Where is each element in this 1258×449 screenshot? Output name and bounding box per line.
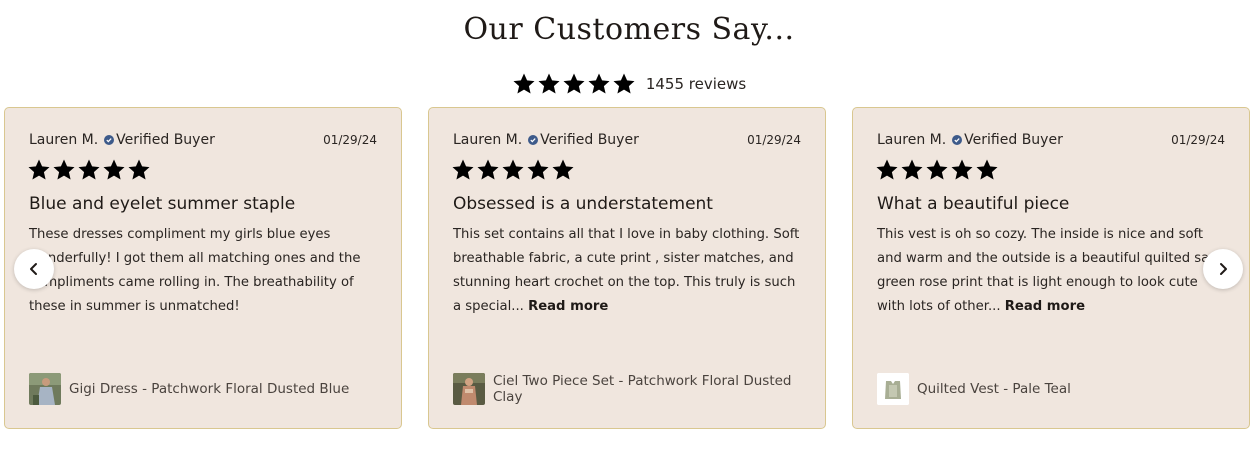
review-stars [875, 158, 999, 182]
review-title: Blue and eyelet summer staple [29, 194, 296, 214]
review-header: Lauren M. Verified Buyer 01/29/24 [29, 132, 377, 148]
star-icon [28, 159, 50, 180]
review-body: This vest is oh so cozy. The inside is n… [877, 223, 1229, 319]
review-date: 01/29/24 [747, 133, 801, 147]
product-thumbnail[interactable] [877, 373, 909, 405]
star-icon [502, 159, 524, 180]
review-date: 01/29/24 [1171, 133, 1225, 147]
star-icon [951, 159, 973, 180]
review-title: Obsessed is a understatement [453, 194, 713, 214]
product-name[interactable]: Ciel Two Piece Set - Patchwork Floral Du… [493, 373, 805, 405]
verified-badge: Verified Buyer [116, 132, 215, 148]
verified-check-icon [528, 135, 539, 145]
review-title: What a beautiful piece [877, 194, 1070, 214]
star-icon [901, 159, 923, 180]
review-card: Lauren M. Verified Buyer 01/29/24 What a… [852, 107, 1250, 429]
verified-badge: Verified Buyer [540, 132, 639, 148]
review-product[interactable]: Ciel Two Piece Set - Patchwork Floral Du… [453, 373, 805, 405]
review-stars [451, 158, 575, 182]
review-text: These dresses compliment my girls blue e… [29, 227, 361, 314]
star-icon [477, 159, 499, 180]
star-icon [128, 159, 150, 180]
rating-summary: 1455 reviews [0, 72, 1258, 96]
star-icon [538, 73, 560, 94]
review-date: 01/29/24 [323, 133, 377, 147]
summary-stars [512, 72, 636, 96]
review-text: This set contains all that I love in bab… [453, 227, 800, 314]
carousel-prev-button[interactable] [14, 249, 54, 289]
review-product[interactable]: Gigi Dress - Patchwork Floral Dusted Blu… [29, 373, 381, 405]
star-icon [103, 159, 125, 180]
product-name[interactable]: Gigi Dress - Patchwork Floral Dusted Blu… [69, 381, 349, 397]
star-icon [876, 159, 898, 180]
read-more-link[interactable]: Read more [1005, 299, 1085, 314]
star-icon [527, 159, 549, 180]
review-author: Lauren M. [877, 132, 947, 148]
verified-badge: Verified Buyer [964, 132, 1063, 148]
star-icon [563, 73, 585, 94]
verified-check-icon [104, 135, 115, 145]
star-icon [976, 159, 998, 180]
review-header: Lauren M. Verified Buyer 01/29/24 [877, 132, 1225, 148]
review-body: This set contains all that I love in bab… [453, 223, 805, 319]
product-name[interactable]: Quilted Vest - Pale Teal [917, 381, 1071, 397]
review-count[interactable]: 1455 reviews [646, 75, 746, 93]
review-stars [27, 158, 151, 182]
review-product[interactable]: Quilted Vest - Pale Teal [877, 373, 1229, 405]
review-card: Lauren M. Verified Buyer 01/29/24 Obsess… [428, 107, 826, 429]
chevron-left-icon [30, 263, 37, 275]
section-title: Our Customers Say... [463, 12, 795, 47]
review-author: Lauren M. [29, 132, 99, 148]
star-icon [452, 159, 474, 180]
star-icon [588, 73, 610, 94]
review-header: Lauren M. Verified Buyer 01/29/24 [453, 132, 801, 148]
carousel-next-button[interactable] [1203, 249, 1243, 289]
chevron-right-icon [1220, 263, 1227, 275]
review-body: These dresses compliment my girls blue e… [29, 223, 381, 319]
read-more-link[interactable]: Read more [528, 299, 608, 314]
star-icon [78, 159, 100, 180]
review-author: Lauren M. [453, 132, 523, 148]
review-card: Lauren M. Verified Buyer 01/29/24 Blue a… [4, 107, 402, 429]
star-icon [613, 73, 635, 94]
product-thumbnail[interactable] [453, 373, 485, 405]
star-icon [552, 159, 574, 180]
product-thumbnail[interactable] [29, 373, 61, 405]
star-icon [513, 73, 535, 94]
star-icon [926, 159, 948, 180]
verified-check-icon [952, 135, 963, 145]
star-icon [53, 159, 75, 180]
